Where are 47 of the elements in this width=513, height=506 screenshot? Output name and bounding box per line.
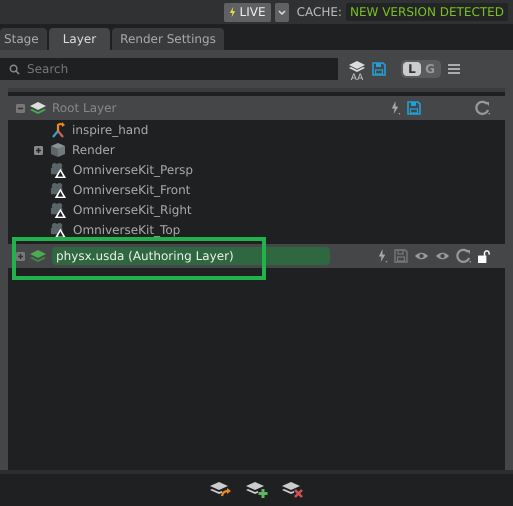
live-label: LIVE xyxy=(240,5,266,19)
tab[interactable]: Stage xyxy=(0,28,47,50)
search-field[interactable]: Search xyxy=(0,58,338,80)
expand-icon[interactable] xyxy=(16,252,25,260)
lightning-icon[interactable] xyxy=(390,100,401,116)
cache-label: CACHE: xyxy=(296,5,342,19)
reload-icon[interactable] xyxy=(456,248,472,264)
eye-icon[interactable] xyxy=(435,251,450,261)
tab[interactable]: Layer xyxy=(48,28,110,50)
aa-label: AA xyxy=(350,73,364,83)
cube-icon xyxy=(50,142,66,158)
toggle-button[interactable]: L xyxy=(403,62,421,76)
save-icon[interactable] xyxy=(407,101,421,115)
collapse-icon[interactable] xyxy=(16,104,25,112)
unlock-icon[interactable] xyxy=(478,250,491,262)
camera-warning-icon xyxy=(50,222,67,238)
prim-name[interactable]: inspire_hand xyxy=(72,123,148,137)
dropdown-button[interactable] xyxy=(274,2,289,22)
prim-name[interactable]: OmniverseKit_Right xyxy=(73,203,192,217)
expand-icon[interactable] xyxy=(34,146,43,154)
save-icon[interactable] xyxy=(394,249,408,263)
search-icon xyxy=(9,64,20,75)
tab[interactable]: Render Settings xyxy=(112,28,224,50)
lightning-icon[interactable] xyxy=(377,248,388,264)
eye-icon[interactable] xyxy=(414,251,429,261)
layer-name[interactable]: physx.usda (Authoring Layer) xyxy=(52,247,330,265)
reload-icon[interactable] xyxy=(475,100,491,116)
layers-remove-icon[interactable] xyxy=(282,482,304,498)
layers-add-icon[interactable] xyxy=(246,482,268,498)
lightning-icon xyxy=(228,6,236,18)
prim-name[interactable]: OmniverseKit_Top xyxy=(73,223,180,237)
camera-warning-icon xyxy=(50,182,67,198)
prim-name[interactable]: Render xyxy=(72,143,115,157)
caret-icon xyxy=(278,10,286,14)
save-icon[interactable] xyxy=(372,62,386,76)
layers-icon xyxy=(30,102,46,114)
xform-icon xyxy=(50,122,66,138)
camera-warning-icon xyxy=(50,162,67,178)
prim-name[interactable]: OmniverseKit_Front xyxy=(73,183,190,197)
menu-icon[interactable] xyxy=(448,64,460,74)
cache-status: NEW VERSION DETECTED xyxy=(346,3,508,21)
layers-icon xyxy=(30,250,46,262)
prim-name[interactable]: OmniverseKit_Persp xyxy=(73,163,194,177)
live-button[interactable]: LIVE xyxy=(224,2,271,22)
layers-icon[interactable] xyxy=(349,61,365,73)
layers-arrow-icon[interactable] xyxy=(210,482,232,498)
camera-warning-icon xyxy=(50,202,67,218)
